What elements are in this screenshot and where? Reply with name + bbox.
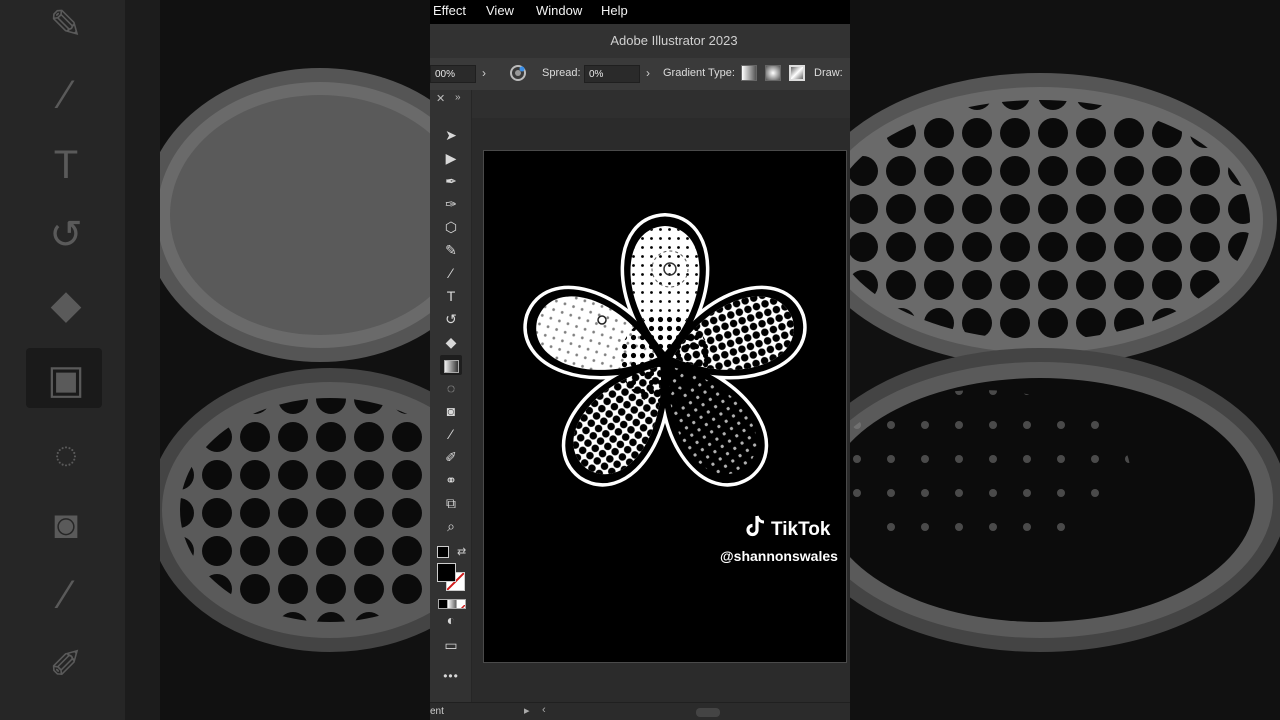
menu-effect[interactable]: Effect <box>433 3 466 18</box>
type-tool-icon[interactable]: T <box>440 286 462 306</box>
background-shapebuilder-icon: ◌ <box>54 433 78 477</box>
menu-bar: Effect View Window Help <box>430 0 850 24</box>
close-icon[interactable]: ✕ <box>436 92 445 105</box>
pen-tool-icon[interactable]: ✒ <box>440 171 462 191</box>
scrollbar-thumb[interactable] <box>696 708 720 717</box>
eyedropper-tool-icon[interactable]: ⁄ <box>440 424 462 444</box>
chevron-right-icon[interactable]: › <box>646 66 650 80</box>
tiktok-handle: @shannonswales <box>720 548 838 564</box>
menu-window[interactable]: Window <box>536 3 582 18</box>
chevron-left-icon[interactable]: ‹ <box>542 704 546 716</box>
background-eraser-icon: ◆ <box>50 283 82 327</box>
background-livepaint-icon: ◙ <box>53 503 79 547</box>
background-rotate-icon: ↺ <box>49 213 83 257</box>
flower-artwork[interactable] <box>483 150 847 663</box>
tools-panel: ✕ » ➤ ▶ ✒ ✑ ⬡ ✎ ⁄ T ↺ ◆ ◌ ◙ ⁄ ✐ ⚭ ⧉ ⌕ ⇄ … <box>430 90 472 702</box>
shape-tool-icon[interactable]: ⬡ <box>440 217 462 237</box>
draw-mode-icon[interactable]: ◐ <box>440 610 462 630</box>
gradient-tool-icon[interactable] <box>440 355 462 375</box>
zoom-tool-icon[interactable]: ⌕ <box>440 516 462 536</box>
chevron-right-icon[interactable]: › <box>482 66 486 80</box>
background-type-icon: T <box>53 143 79 187</box>
fill-color-swatch[interactable] <box>437 563 456 582</box>
shaper-tool-icon[interactable]: ✎ <box>440 240 462 260</box>
status-text: ent <box>430 706 444 717</box>
direct-selection-tool-icon[interactable]: ▶ <box>440 148 462 168</box>
color-wheel-icon[interactable] <box>510 65 526 81</box>
none-mode-icon[interactable] <box>456 599 466 609</box>
shape-builder-tool-icon[interactable]: ◌ <box>440 378 462 398</box>
collapse-icon[interactable]: » <box>455 92 461 103</box>
gradient-type-label: Gradient Type: <box>663 67 735 79</box>
menu-view[interactable]: View <box>486 3 514 18</box>
freeform-gradient-icon[interactable] <box>789 65 805 81</box>
pencil-tool-icon[interactable]: ✐ <box>440 447 462 467</box>
menu-help[interactable]: Help <box>601 3 628 18</box>
curvature-tool-icon[interactable]: ✑ <box>440 194 462 214</box>
background-panel <box>125 0 160 720</box>
linear-gradient-icon[interactable] <box>741 65 757 81</box>
control-bar: 00% › Spread: 0% › Gradient Type: Draw: <box>430 58 850 91</box>
artboard-tool-icon[interactable]: ⧉ <box>440 493 462 513</box>
paintbrush-tool-icon[interactable]: ⁄ <box>440 263 462 283</box>
background-brush-icon: ⁄ <box>62 73 70 117</box>
tiktok-brand-text: TikTok <box>771 519 831 540</box>
background-gradient-icon: ▣ <box>47 358 85 402</box>
opacity-field[interactable]: 00% <box>430 65 476 83</box>
background-pencil-icon: ✐ <box>49 643 83 687</box>
selection-tool-icon[interactable]: ➤ <box>440 125 462 145</box>
swap-colors-icon[interactable]: ⇄ <box>457 545 466 558</box>
panel-header <box>430 90 850 118</box>
live-paint-tool-icon[interactable]: ◙ <box>440 401 462 421</box>
default-colors-icon[interactable] <box>437 546 449 558</box>
spread-field[interactable]: 0% <box>584 65 640 83</box>
window-title: Adobe Illustrator 2023 <box>610 33 738 48</box>
more-tools-icon[interactable]: ••• <box>440 666 462 686</box>
tiktok-logo: TikTok <box>745 515 830 541</box>
draw-label: Draw: <box>814 67 843 79</box>
tiktok-note-icon <box>746 515 765 537</box>
title-bar: Adobe Illustrator 2023 <box>430 24 850 59</box>
background-eyedropper-icon: ⁄ <box>62 573 70 617</box>
spread-label: Spread: <box>542 67 581 79</box>
blend-tool-icon[interactable]: ⚭ <box>440 470 462 490</box>
radial-gradient-icon[interactable] <box>765 65 781 81</box>
status-bar: ent ▸ ‹ <box>430 702 850 720</box>
play-icon[interactable]: ▸ <box>524 704 530 717</box>
eraser-tool-icon[interactable]: ◆ <box>440 332 462 352</box>
background-lasso-icon: ✎ <box>49 3 83 47</box>
screen-mode-icon[interactable]: ▭ <box>440 635 462 655</box>
rotate-tool-icon[interactable]: ↺ <box>440 309 462 329</box>
illustrator-window: Effect View Window Help Adobe Illustrato… <box>430 0 850 720</box>
